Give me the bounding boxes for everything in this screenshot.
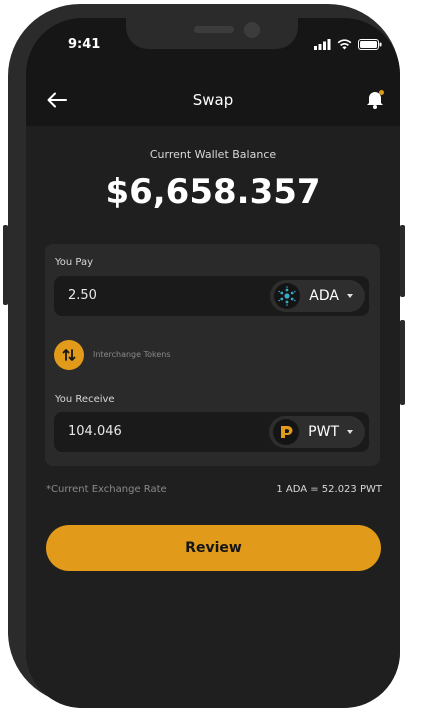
you-receive-amount[interactable]: 104.046 xyxy=(68,424,122,439)
pwt-logo-icon xyxy=(273,419,300,445)
you-pay-label: You Pay xyxy=(55,257,94,268)
phone-side-button-right-upper xyxy=(400,225,405,297)
pay-token-name: ADA xyxy=(309,288,339,304)
swap-vertical-icon xyxy=(62,349,76,361)
you-receive-field: 104.046 PWT xyxy=(54,412,369,452)
bell-icon xyxy=(367,90,384,109)
balance-label: Current Wallet Balance xyxy=(149,148,277,161)
receive-token-name: PWT xyxy=(308,424,339,440)
battery-icon xyxy=(358,39,382,50)
exchange-rate-value: 1 ADA = 52.023 PWT xyxy=(276,484,382,495)
interchange-label: Interchange Tokens xyxy=(93,350,171,359)
review-button[interactable]: Review xyxy=(46,525,381,571)
chevron-down-icon xyxy=(347,430,353,434)
cardano-icon xyxy=(274,283,301,309)
phone-frame: 9:41 Swap Current Wallet Balance $6,658.… xyxy=(8,4,400,708)
page-title: Swap xyxy=(192,91,234,109)
interchange-button[interactable] xyxy=(54,340,84,370)
notification-button[interactable] xyxy=(364,88,386,110)
camera xyxy=(244,22,260,38)
swap-card: You Pay 2.50 ADA Interchange Tokens You … xyxy=(45,244,380,466)
main-content: Current Wallet Balance $6,658.357 You Pa… xyxy=(26,126,400,708)
signal-icon xyxy=(314,39,331,50)
phone-side-button-right-lower xyxy=(400,320,405,405)
pay-token-selector[interactable]: ADA xyxy=(270,280,365,312)
notch xyxy=(126,18,298,49)
balance-value: $6,658.357 xyxy=(105,172,321,212)
receive-token-selector[interactable]: PWT xyxy=(269,416,365,448)
you-pay-field: 2.50 ADA xyxy=(54,276,369,316)
phone-screen: 9:41 Swap Current Wallet Balance $6,658.… xyxy=(26,18,400,708)
app-header: Swap xyxy=(26,76,400,126)
you-receive-label: You Receive xyxy=(55,394,115,405)
exchange-rate-label: *Current Exchange Rate xyxy=(46,484,167,495)
chevron-down-icon xyxy=(347,294,353,298)
speaker xyxy=(194,26,234,33)
status-time: 9:41 xyxy=(68,37,101,52)
you-pay-amount[interactable]: 2.50 xyxy=(68,288,97,303)
status-icons xyxy=(314,39,382,50)
wifi-icon xyxy=(337,39,352,50)
